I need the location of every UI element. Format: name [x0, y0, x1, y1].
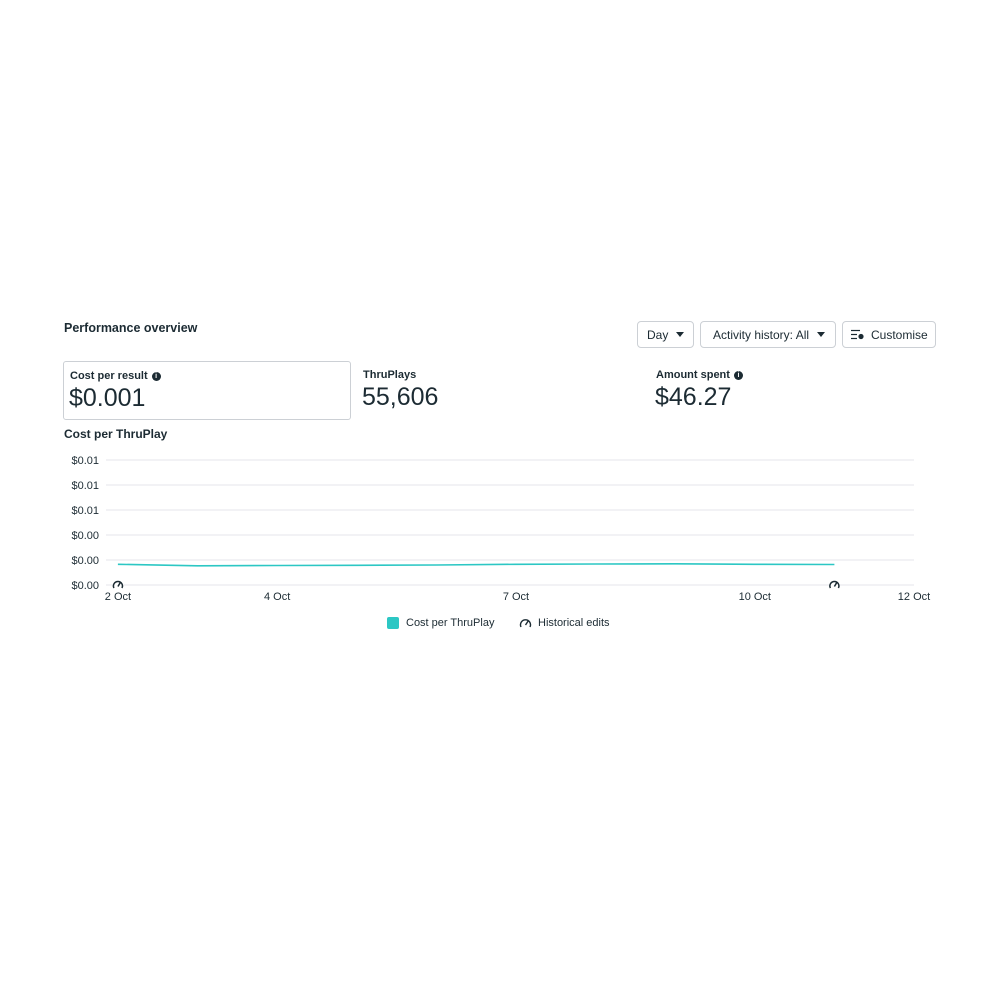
series-line: [117, 562, 835, 567]
y-tick-label: $0.00: [71, 555, 99, 567]
historical-edits-icon: [519, 619, 532, 628]
legend-item-cost-per-thruplay[interactable]: Cost per ThruPlay: [387, 617, 494, 629]
x-tick-label: 2 Oct: [105, 591, 131, 603]
legend-label: Cost per ThruPlay: [406, 617, 495, 629]
legend-swatch: [387, 617, 399, 629]
x-tick-label: 12 Oct: [898, 591, 930, 603]
historical-edit-marker[interactable]: [112, 579, 124, 591]
historical-edit-marker[interactable]: [828, 579, 840, 591]
line-chart: $0.01 $0.01 $0.01 $0.00 $0.00 $0.00 2 Oct 4 Oct…: [71, 455, 930, 603]
y-tick-label: $0.00: [71, 580, 99, 592]
x-tick-label: 4 Oct: [264, 591, 290, 603]
y-tick-label: $0.01: [71, 505, 99, 517]
y-tick-label: $0.01: [71, 455, 99, 467]
legend-item-historical-edits[interactable]: Historical edits: [519, 617, 610, 629]
legend-label: Historical edits: [538, 617, 610, 629]
x-tick-label: 10 Oct: [739, 591, 771, 603]
y-tick-label: $0.01: [71, 480, 99, 492]
x-tick-label: 7 Oct: [503, 591, 529, 603]
y-tick-label: $0.00: [71, 530, 99, 542]
